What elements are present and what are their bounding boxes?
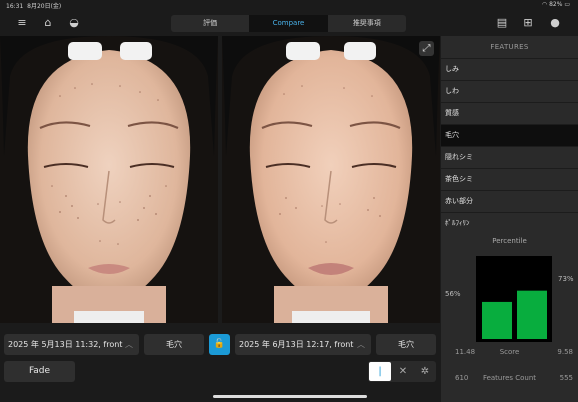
percentile-chart-svg: 56% 73% [445,256,574,342]
close-icon[interactable]: ✕ [392,361,414,382]
battery-level: 82% [549,1,563,8]
report-icon[interactable]: ▤ [494,15,510,31]
wifi-icon: ◠ [541,1,548,8]
score-row: 11.48 Score 9.58 [441,342,578,362]
expand-icon[interactable]: ⤢ [419,41,434,56]
features-header: FEATURES [490,43,529,51]
feature-item[interactable]: ﾎﾟﾙﾌｨﾘﾝ [441,212,578,234]
lock-icon[interactable]: 🔓 [209,334,230,355]
top-nav-bar: ≡ ⌂ ◒ 評価 Compare 推奨事項 ▤ ⊞ ● [0,10,578,36]
left-face-image [0,36,218,323]
count-right: 555 [559,374,573,382]
fade-button[interactable]: Fade [4,361,75,382]
feature-list: しみ しわ 質感 毛穴 隠れシミ 茶色シミ 赤い部分 ﾎﾟﾙﾌｨﾘﾝ [441,58,578,234]
split-view-icon[interactable]: | [369,362,391,381]
right-date-label: 2025 年 6月13日 12:17, front [239,340,354,349]
score-right: 9.58 [557,348,573,356]
percentile-left-label: 56% [445,290,461,298]
left-face-photo[interactable] [0,36,218,323]
percentile-bar [517,290,547,339]
feature-item[interactable]: 隠れシミ [441,146,578,168]
chevron-up-icon: ︿ [125,340,133,349]
right-face-photo[interactable] [222,36,440,323]
features-panel: FEATURES しみ しわ 質感 毛穴 隠れシミ 茶色シミ 赤い部分 ﾎﾟﾙﾌｨﾘﾝ Per… [441,36,578,402]
right-face-image [222,36,440,323]
feature-item[interactable]: 赤い部分 [441,190,578,212]
tab-compare[interactable]: Compare [249,15,328,32]
percentile-chart: 56% 73% [441,248,578,342]
right-mode-selector[interactable]: 毛穴 [376,334,436,355]
home-icon[interactable]: ⌂ [40,15,56,31]
feature-item[interactable]: 毛穴 [441,124,578,146]
tab-evaluation[interactable]: 評価 [171,15,249,32]
count-row: 610 Features Count 555 [441,368,578,388]
chevron-up-icon: ︿ [357,340,365,349]
count-label: Features Count [482,374,537,382]
right-date-selector[interactable]: 2025 年 6月13日 12:17, front ︿ [235,334,371,355]
status-bar: 16:31 8月20日(金) ◠ 82% ▭ [0,0,578,10]
left-mode-selector[interactable]: 毛穴 [144,334,204,355]
percentile-bar [482,301,512,339]
battery-icon: ▭ [564,1,570,8]
sparkle-icon[interactable]: ✲ [414,361,436,382]
home-indicator [213,395,367,398]
feature-item[interactable]: 質感 [441,102,578,124]
feature-item[interactable]: 茶色シミ [441,168,578,190]
left-date-selector[interactable]: 2025 年 5月13日 11:32, front ︿ [4,334,139,355]
menu-icon[interactable]: ≡ [14,15,30,31]
grid-icon[interactable]: ⊞ [520,15,536,31]
view-tabs: 評価 Compare 推奨事項 [171,15,406,32]
feature-item[interactable]: しわ [441,80,578,102]
feature-item[interactable]: しみ [441,58,578,80]
view-mode-toolbox: | ✕ ✲ [368,361,436,382]
status-time: 16:31 [6,3,24,10]
person-icon[interactable]: ● [547,15,563,31]
status-date: 8月20日(金) [27,3,62,10]
left-date-label: 2025 年 5月13日 11:32, front [8,340,123,349]
tab-recommendations[interactable]: 推奨事項 [328,15,406,32]
percentile-right-label: 73% [558,275,574,283]
percentile-title: Percentile [492,237,527,245]
basket-icon[interactable]: ◒ [66,15,82,31]
